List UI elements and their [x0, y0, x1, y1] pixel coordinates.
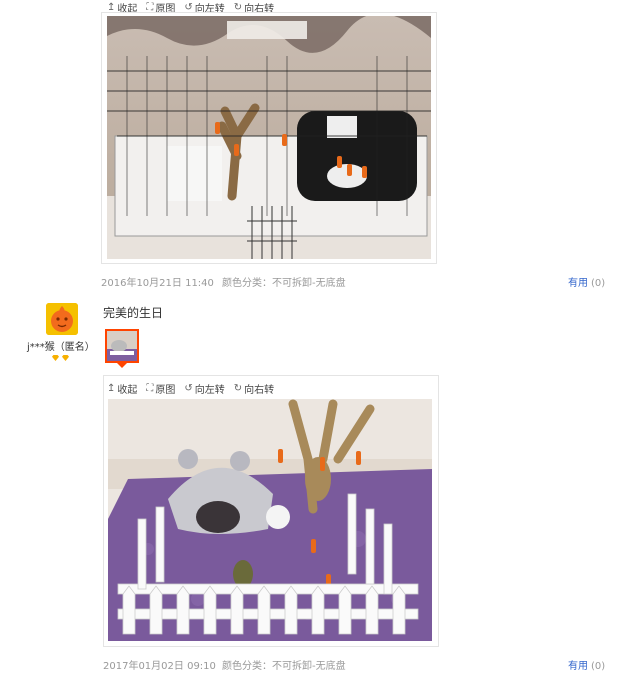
cage-photo-graphic — [107, 16, 431, 259]
useful-button-2[interactable]: 有用 — [568, 661, 588, 672]
original-image-button-2[interactable]: ⛶ 原图 — [146, 381, 175, 396]
vip-badge-icon-2 — [62, 355, 69, 361]
rotate-left-icon: ↺ — [184, 383, 193, 394]
review-date-1: 2016年10月21日 11:40 — [101, 278, 214, 289]
collapse-button-2[interactable]: ↥ 收起 — [107, 381, 137, 396]
username: j***猴（匿名） — [27, 342, 95, 353]
review-photo-fence[interactable] — [108, 399, 432, 641]
fence-photo-graphic — [108, 399, 432, 641]
useful-count-1: (0) — [591, 278, 606, 289]
avatar-icon — [46, 303, 78, 335]
useful-vote-2: 有用 (0) — [568, 657, 605, 672]
rotate-right-button-2[interactable]: ↻ 向右转 — [234, 381, 274, 396]
image-toolbar-2: ↥ 收起 ⛶ 原图 ↺ 向左转 ↻ 向右转 — [107, 381, 274, 396]
collapse-icon: ↥ — [107, 383, 116, 394]
fullscreen-icon: ⛶ — [146, 383, 154, 394]
user-avatar[interactable] — [46, 303, 78, 335]
useful-count-2: (0) — [591, 661, 606, 672]
vip-badge-icon — [52, 355, 59, 361]
review-comment: 完美的生日 — [103, 306, 164, 320]
thumbnail-graphic — [107, 331, 137, 361]
review-photo-cage[interactable] — [107, 16, 431, 259]
review-date-2: 2017年01月02日 09:10 — [103, 661, 216, 672]
review-spec-1: 颜色分类：不可拆卸-无底盘 — [222, 278, 346, 289]
rotate-left-button-2[interactable]: ↺ 向左转 — [184, 381, 224, 396]
review-spec-2: 颜色分类：不可拆卸-无底盘 — [222, 661, 346, 672]
useful-vote-1: 有用 (0) — [568, 274, 605, 289]
useful-button-1[interactable]: 有用 — [568, 278, 588, 289]
thumbnail-pointer — [117, 363, 127, 368]
review-thumbnail[interactable] — [105, 329, 139, 363]
rotate-right-icon: ↻ — [233, 383, 243, 394]
